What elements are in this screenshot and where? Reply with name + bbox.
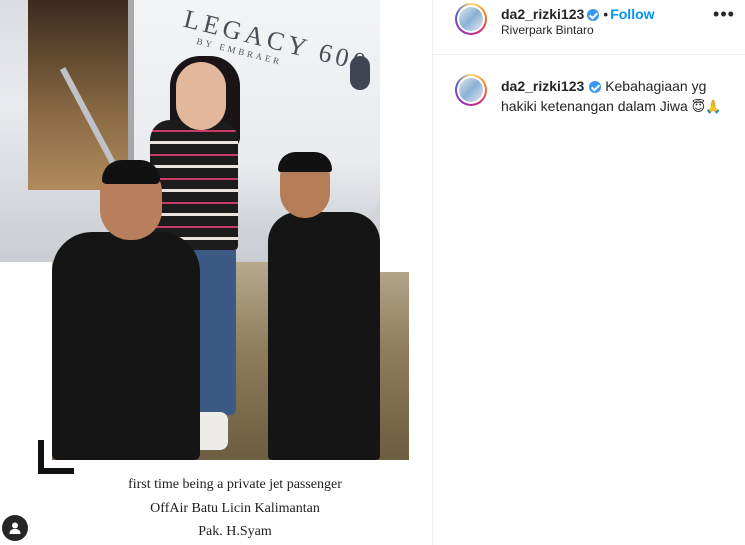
header-user-line: da2_rizki123 • Follow (501, 6, 655, 24)
post-media[interactable]: LEGACY 600 BY EMBRAER first time being a… (0, 0, 433, 545)
verified-badge-icon (587, 8, 600, 21)
photo-caption-line-2: OffAir Batu Licin Kalimantan (150, 501, 320, 516)
user-tag-icon[interactable] (2, 515, 28, 541)
person-silhouette-icon (9, 522, 21, 534)
plane-window (350, 56, 370, 90)
person-left-body (52, 232, 200, 460)
post-header: da2_rizki123 • Follow Riverpark Bintaro ••… (433, 0, 745, 55)
caption-emojis: 😇🙏 (691, 100, 722, 115)
avatar-image (459, 78, 483, 102)
avatar-image (459, 7, 483, 31)
header-username[interactable]: da2_rizki123 (501, 6, 584, 22)
more-options-icon[interactable]: ••• (713, 5, 735, 25)
follow-button[interactable]: Follow (610, 6, 654, 22)
person-right-hair (278, 152, 332, 172)
person-left-hair (102, 160, 160, 184)
photo-caption-line-1: first time being a private jet passenger (128, 477, 342, 492)
avatar[interactable] (455, 3, 487, 35)
separator-dot: • (603, 6, 609, 22)
post-caption: da2_rizki123 Kebahagiaan yg hakiki keten… (501, 76, 736, 118)
caption-username[interactable]: da2_rizki123 (501, 78, 584, 94)
photo-caption-line-3: Pak. H.Syam (198, 524, 272, 539)
location-link[interactable]: Riverpark Bintaro (501, 23, 594, 37)
person-woman-face (176, 62, 226, 130)
post-sidebar: da2_rizki123 • Follow Riverpark Bintaro ••… (433, 0, 745, 545)
verified-badge-icon (589, 81, 602, 94)
person-right-body (268, 212, 380, 460)
person-woman-sweater (150, 120, 238, 250)
caption-avatar[interactable] (455, 74, 487, 106)
instagram-post: LEGACY 600 BY EMBRAER first time being a… (0, 0, 745, 545)
